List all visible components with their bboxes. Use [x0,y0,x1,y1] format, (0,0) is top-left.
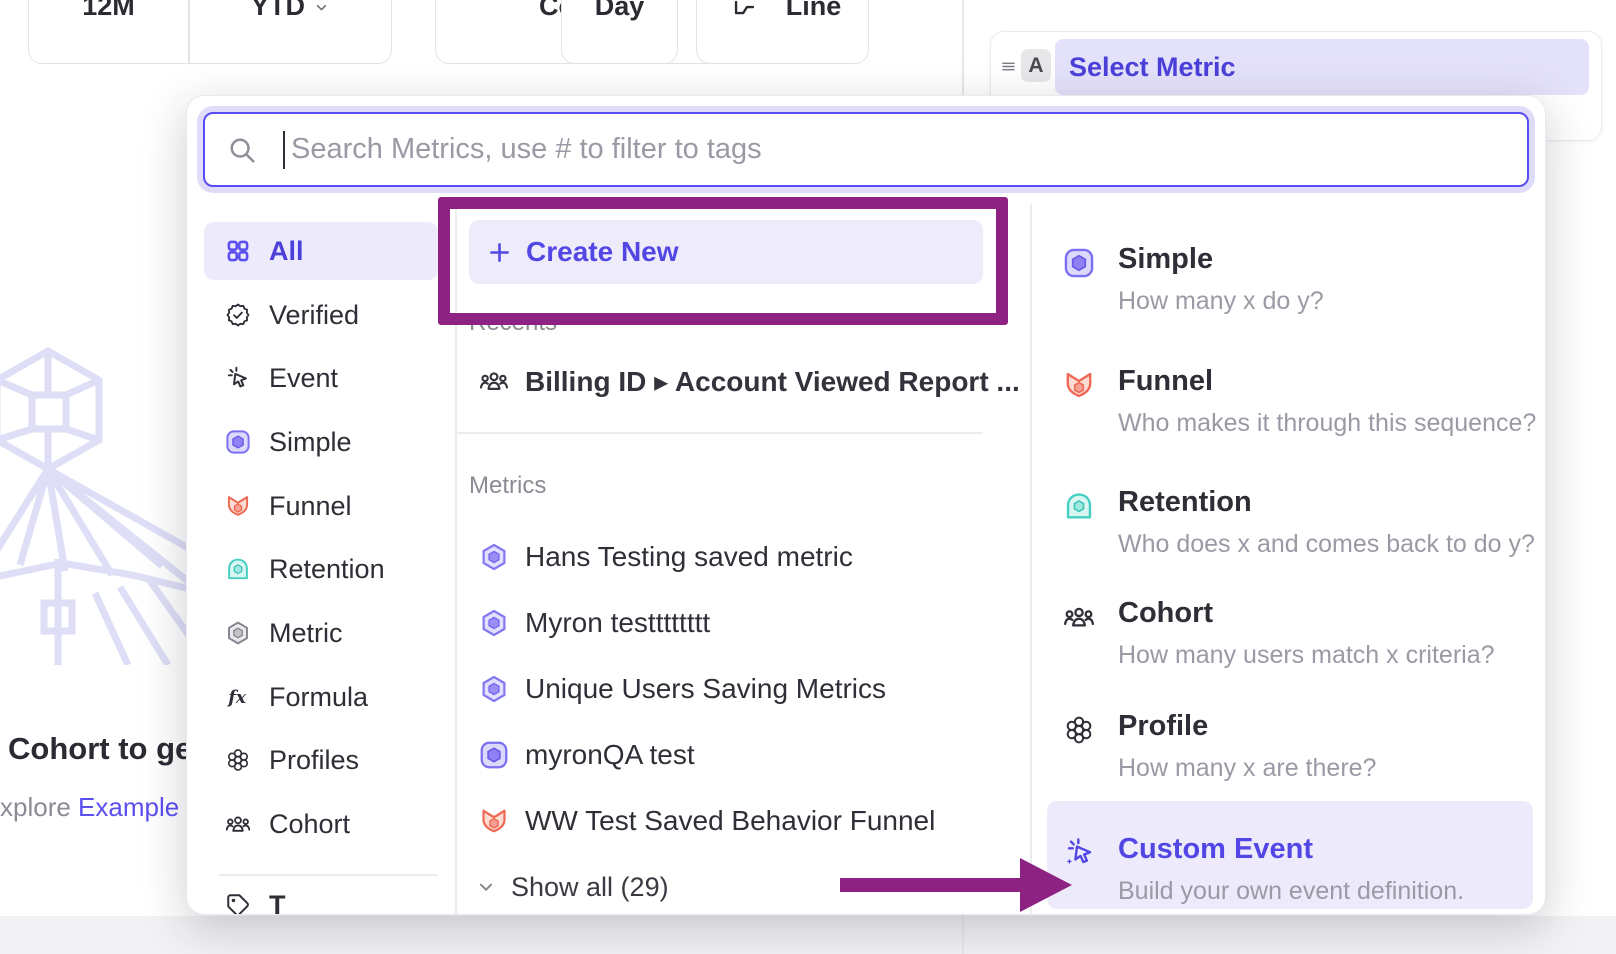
sidebar-item-event[interactable]: Event [204,349,438,407]
sidebar-divider [219,874,438,876]
empty-state-heading-fragment: Cohort to ge [8,731,192,767]
metric-item[interactable]: Myron testttttttt [479,594,710,652]
type-profile[interactable]: Profile How many x are there? [1063,708,1523,783]
sidebar-item-simple[interactable]: Simple [204,413,438,471]
recents-divider [456,432,983,434]
recents-heading: Recents [469,309,557,337]
sidebar-item-metric[interactable]: Metric [204,604,438,662]
simple-icon [479,740,509,770]
recent-item-billing[interactable]: Billing ID ▸ Account Viewed Report ... [479,352,1020,410]
funnel-icon [479,806,509,836]
app-screen: Cohort to ge xplore Example R 12M YTD Co… [0,0,1616,954]
empty-state-wireframe-illustration [0,335,190,665]
metric-item[interactable]: myronQA test [479,726,695,784]
cohort-icon [225,811,251,837]
profiles-icon [1063,714,1095,746]
search-input[interactable] [289,132,1527,167]
sidebar-item-cohort[interactable]: Cohort [204,795,438,853]
drag-handle-icon[interactable] [999,57,1018,76]
sidebar-item-clipped[interactable]: T [204,880,438,915]
page-bottom-strip [0,916,1616,954]
range-12m-button[interactable]: 12M [29,0,188,63]
simple-icon [225,429,251,455]
line-chart-icon [731,0,758,24]
simple-icon [1063,247,1095,279]
retention-icon [225,556,251,582]
metric-item[interactable]: Unique Users Saving Metrics [479,660,886,718]
metrics-heading: Metrics [469,472,546,500]
plus-icon [486,239,513,266]
profiles-icon [225,747,251,773]
types-column-divider [1030,204,1032,915]
chart-type-line-button[interactable]: Line [696,0,869,64]
event-icon [225,365,251,391]
range-12m-label: 12M [29,0,188,21]
tag-icon [225,892,251,915]
metric-item[interactable]: Hans Testing saved metric [479,528,853,586]
cohort-icon [1063,601,1095,633]
show-all-label: Show all (29) [511,872,669,903]
saved-metric-icon [479,674,509,704]
metric-picker-modal: All Verified Event Simple Funnel Retenti… [186,95,1546,915]
search-icon [227,135,257,165]
select-metric-button[interactable]: Select Metric [1055,39,1589,95]
formula-icon [225,684,251,710]
saved-metric-icon [479,542,509,572]
create-new-button[interactable]: Create New [469,220,983,284]
empty-state-subtext: xplore Example R [0,792,205,823]
sidebar-item-verified[interactable]: Verified [204,286,438,344]
type-funnel[interactable]: Funnel Who makes it through this sequenc… [1063,363,1523,438]
metric-row-badge: A [1021,49,1051,82]
grid-icon [225,238,251,264]
metric-search-box [203,112,1529,187]
create-new-label: Create New [526,236,679,268]
verified-icon [225,302,251,328]
sidebar-item-retention[interactable]: Retention [204,540,438,598]
explore-text-fragment: xplore [0,792,78,822]
chevron-down-icon [313,0,330,16]
type-retention[interactable]: Retention Who does x and comes back to d… [1063,484,1523,559]
chevron-down-icon [475,876,497,898]
funnel-icon [1063,369,1095,401]
metric-item[interactable]: WW Test Saved Behavior Funnel [479,792,935,850]
chart-type-label: Line [759,0,868,21]
sidebar-column-divider [455,204,457,915]
sidebar-item-formula[interactable]: Formula [204,668,438,726]
sidebar-item-profiles[interactable]: Profiles [204,731,438,789]
text-cursor [283,131,285,169]
funnel-icon [225,493,251,519]
type-cohort[interactable]: Cohort How many users match x criteria? [1063,595,1523,670]
select-metric-label: Select Metric [1069,39,1589,95]
date-range-segmented-control: 12M YTD [28,0,392,64]
show-all-button[interactable]: Show all (29) [475,858,669,915]
range-ytd-button[interactable]: YTD [188,0,393,63]
metric-icon [225,620,251,646]
sidebar-item-all[interactable]: All [204,222,438,280]
interval-day-button[interactable]: Day [561,0,678,64]
sidebar-item-funnel[interactable]: Funnel [204,477,438,535]
saved-metric-icon [479,608,509,638]
custom-event-icon [1063,837,1095,869]
range-ytd-label: YTD [188,0,393,21]
type-custom-event[interactable]: Custom Event Build your own event defini… [1063,831,1523,906]
cohort-icon [479,366,509,396]
retention-icon [1063,490,1095,522]
interval-label: Day [562,0,677,21]
type-simple[interactable]: Simple How many x do y? [1063,241,1523,316]
